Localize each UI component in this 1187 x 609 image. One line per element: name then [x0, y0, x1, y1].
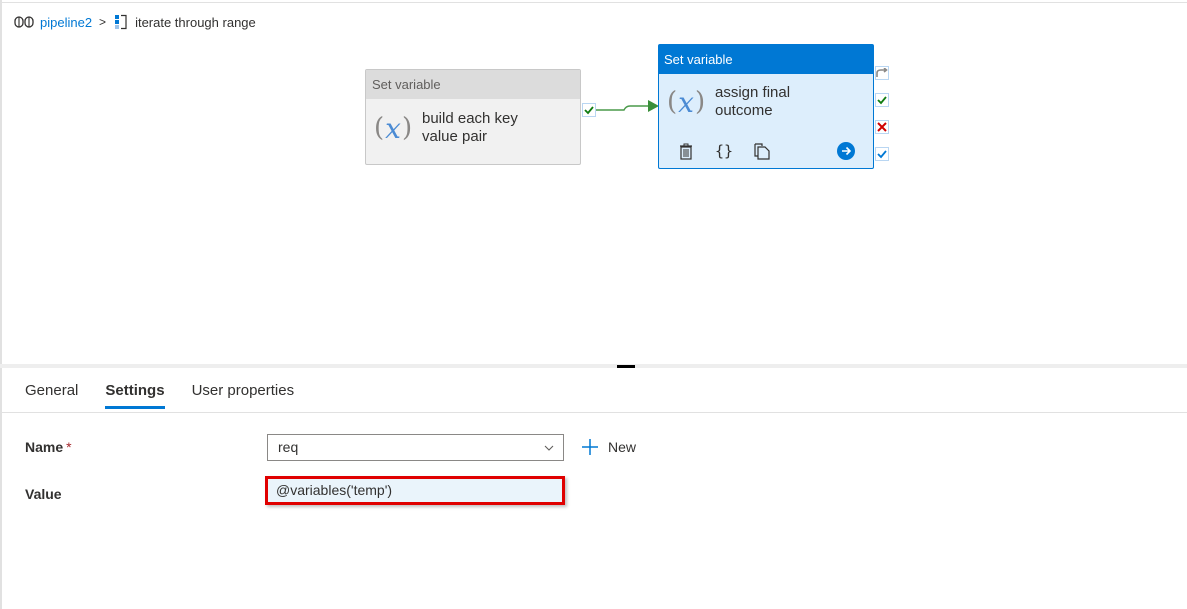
- pipeline-icon: [14, 15, 34, 29]
- check-icon: [877, 96, 887, 105]
- check-icon: [877, 150, 887, 159]
- splitter-handle[interactable]: [617, 365, 635, 368]
- activity-assign-final-outcome[interactable]: Set variable (x) assign final outcome {}: [658, 44, 874, 169]
- activity-name-line: assign final: [715, 84, 791, 101]
- activity-type-label: Set variable: [659, 45, 873, 74]
- activity-name: build each key value pair: [422, 110, 518, 146]
- copy-icon[interactable]: [753, 142, 771, 160]
- activity-name-line: value pair: [422, 128, 488, 145]
- name-label: Name *: [25, 439, 72, 455]
- new-variable-button[interactable]: New: [580, 435, 636, 459]
- breadcrumb-pipeline-link[interactable]: pipeline2: [40, 15, 92, 30]
- success-port[interactable]: [875, 93, 889, 107]
- completion-port[interactable]: [875, 147, 889, 161]
- foreach-icon: [114, 14, 128, 30]
- variable-fx-icon: (x): [667, 85, 706, 119]
- skip-port[interactable]: [875, 66, 889, 80]
- name-label-text: Name: [25, 439, 64, 455]
- top-divider: [0, 2, 1187, 3]
- chevron-down-icon: [544, 445, 554, 451]
- variable-name-value: req: [278, 439, 299, 455]
- activity-toolbar: {}: [677, 140, 855, 162]
- breadcrumb-current: iterate through range: [135, 14, 256, 30]
- code-braces-icon[interactable]: {}: [715, 142, 733, 160]
- variable-name-dropdown[interactable]: req: [267, 434, 564, 461]
- failure-port[interactable]: [875, 120, 889, 134]
- tabs-divider: [2, 412, 1187, 413]
- activity-type-label: Set variable: [366, 70, 580, 99]
- required-marker: *: [66, 439, 72, 455]
- success-port[interactable]: [582, 103, 596, 117]
- pipeline-canvas[interactable]: Set variable (x) build each key value pa…: [2, 40, 1187, 360]
- delete-icon[interactable]: [677, 142, 695, 160]
- plus-icon: [582, 439, 598, 455]
- tab-user-properties[interactable]: User properties: [192, 382, 295, 408]
- check-icon: [584, 106, 594, 115]
- value-label: Value: [25, 486, 62, 502]
- properties-tabs: General Settings User properties: [25, 382, 321, 409]
- activity-name-line: outcome: [715, 102, 773, 119]
- activity-name-line: build each key: [422, 110, 518, 127]
- new-variable-label: New: [608, 439, 637, 455]
- activity-build-each-key-value-pair[interactable]: Set variable (x) build each key value pa…: [365, 69, 581, 165]
- breadcrumb: pipeline2 > iterate through range: [14, 14, 256, 30]
- x-icon: [877, 122, 887, 132]
- tab-general[interactable]: General: [25, 382, 78, 408]
- breadcrumb-separator: >: [99, 15, 107, 29]
- go-arrow-icon[interactable]: [837, 142, 855, 160]
- success-connector[interactable]: [2, 40, 1187, 360]
- tab-settings[interactable]: Settings: [105, 382, 165, 409]
- variable-fx-icon: (x): [374, 111, 413, 145]
- skip-arrow-icon: [876, 68, 888, 77]
- panel-splitter[interactable]: [0, 364, 1187, 368]
- activity-name: assign final outcome: [715, 84, 790, 120]
- value-input[interactable]: @variables('temp'): [265, 476, 565, 505]
